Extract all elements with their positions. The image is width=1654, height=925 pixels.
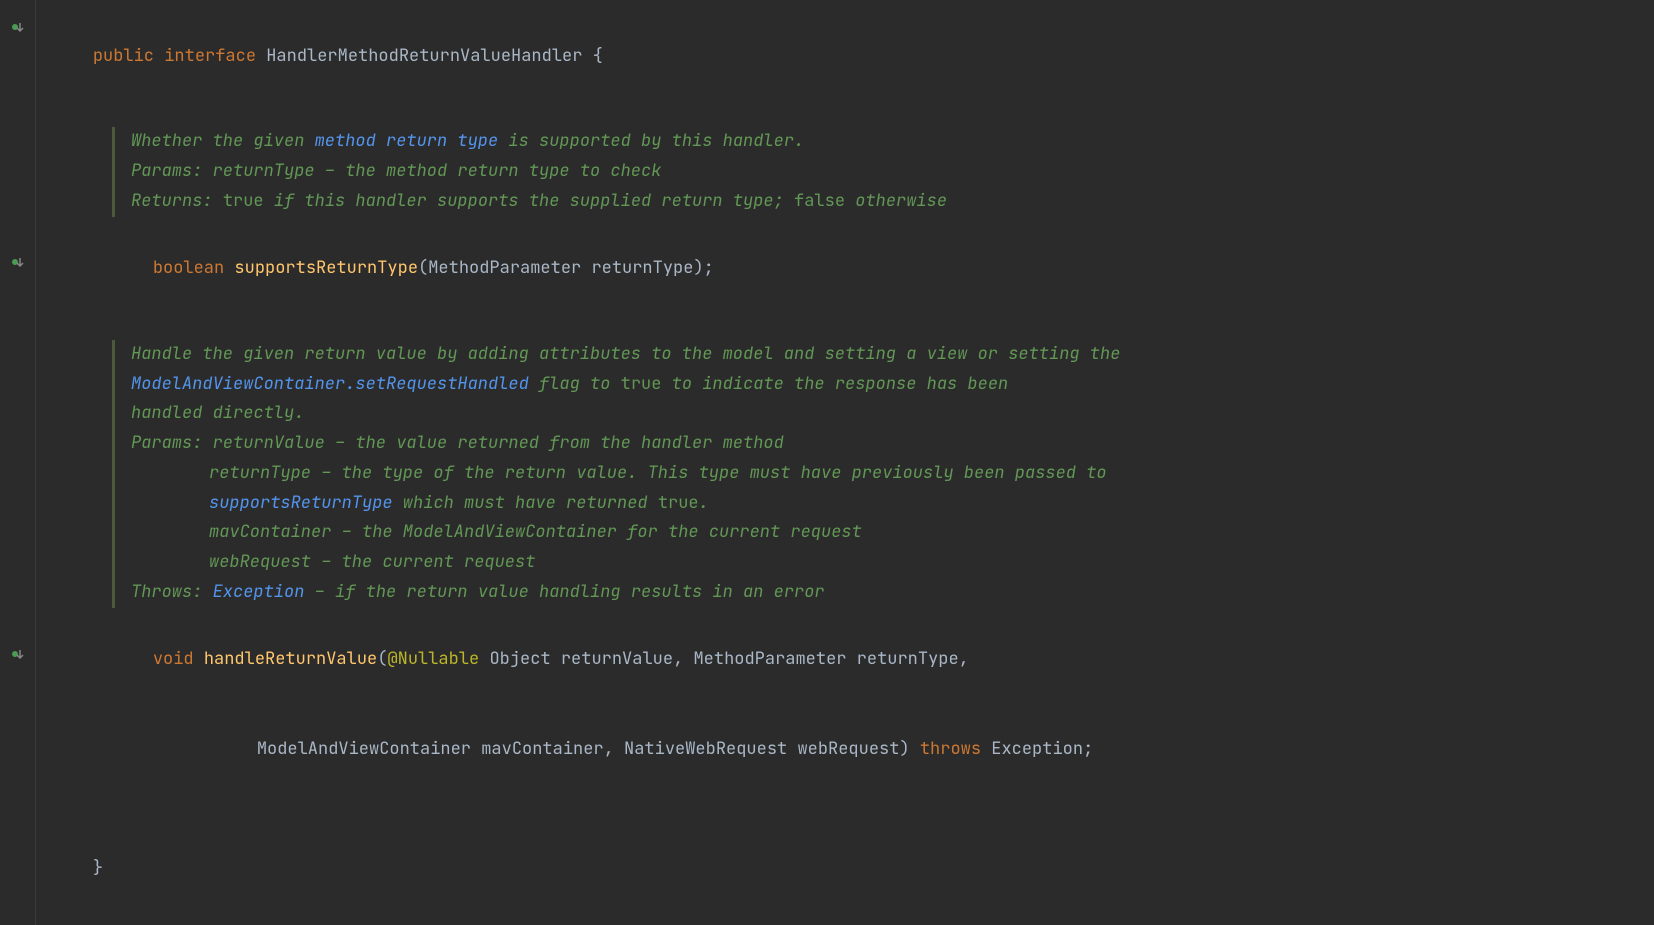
method-name: supportsReturnType [234, 257, 418, 279]
gutter-implementing-icon-1[interactable] [0, 12, 35, 42]
method-name: handleReturnValue [204, 648, 377, 670]
return-type: boolean [153, 257, 224, 279]
javadoc-param-2b: supportsReturnType which must have retur… [209, 489, 1654, 519]
javadoc-link[interactable]: method return type [315, 130, 499, 152]
javadoc-param-2: returnType – the type of the return valu… [209, 459, 1654, 489]
close-brace: } [52, 824, 1654, 913]
gutter-implementing-icon-2[interactable] [0, 247, 35, 277]
interface-keyword: interface [164, 45, 256, 67]
method-signature-handleReturnValue: void handleReturnValue(@Nullable Object … [52, 616, 1654, 705]
javadoc-block-2: Handle the given return value by adding … [112, 340, 1654, 608]
javadoc-params: Params: returnValue – the value returned… [131, 429, 1654, 459]
javadoc-link[interactable]: ModelAndViewContainer.setRequestHandled [131, 373, 529, 395]
method-signature-supportsReturnType: boolean supportsReturnType(MethodParamet… [52, 225, 1654, 314]
javadoc-param-3: mavContainer – the ModelAndViewContainer… [209, 518, 1654, 548]
editor-gutter [0, 0, 36, 925]
method-signature-handleReturnValue-line2: ModelAndViewContainer mavContainer, Nati… [52, 705, 1654, 794]
javadoc-link[interactable]: supportsReturnType [209, 492, 393, 514]
blank-line [52, 794, 1654, 824]
interface-name: HandlerMethodReturnValueHandler [266, 45, 582, 67]
javadoc-returns: Returns: true if this handler supports t… [131, 187, 1654, 217]
modifier-keyword: public [93, 45, 154, 67]
javadoc-throws: Throws: Exception – if the return value … [131, 578, 1654, 608]
javadoc-link[interactable]: Exception [213, 581, 305, 603]
annotation-nullable: @Nullable [387, 648, 479, 670]
javadoc-summary-line2: ModelAndViewContainer.setRequestHandled … [131, 370, 1654, 400]
code-editor[interactable]: public interface HandlerMethodReturnValu… [36, 0, 1654, 925]
gutter-implementing-icon-3[interactable] [0, 639, 35, 669]
javadoc-summary-line3: handled directly. [131, 399, 1654, 429]
interface-declaration: public interface HandlerMethodReturnValu… [52, 12, 1654, 101]
javadoc-param-4: webRequest – the current request [209, 548, 1654, 578]
return-type: void [153, 648, 194, 670]
javadoc-summary: Whether the given method return type is … [131, 127, 1654, 157]
open-brace: { [582, 45, 602, 67]
throws-keyword: throws [920, 738, 981, 760]
javadoc-summary: Handle the given return value by adding … [131, 340, 1654, 370]
javadoc-params: Params: returnType – the method return t… [131, 157, 1654, 187]
javadoc-block-1: Whether the given method return type is … [112, 127, 1654, 216]
